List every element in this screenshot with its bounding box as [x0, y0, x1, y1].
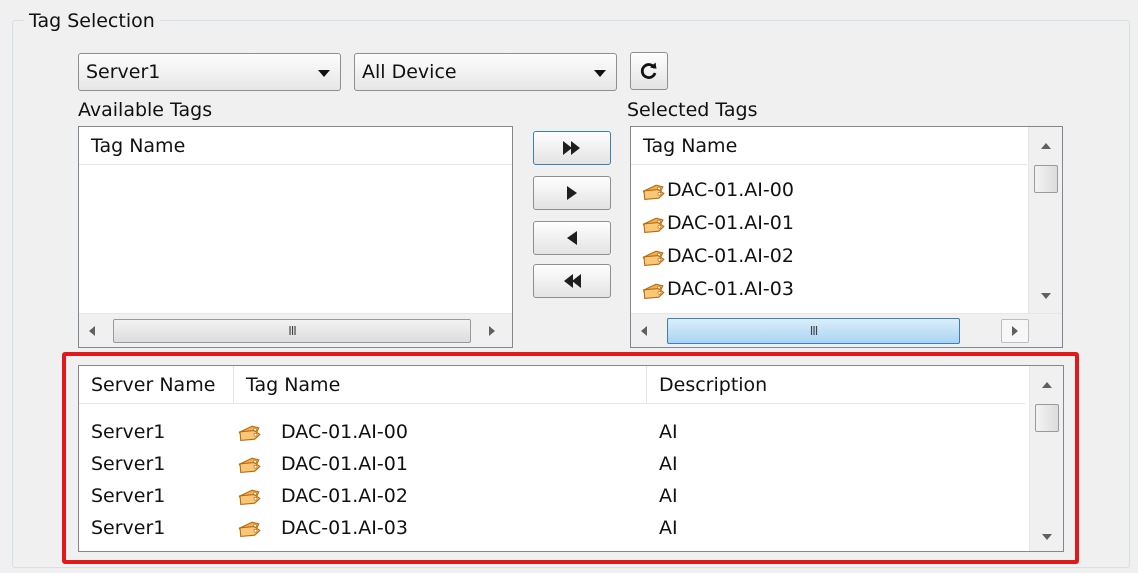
tag-icon	[237, 453, 263, 475]
cell-tag: DAC-01.AI-02	[281, 485, 408, 507]
double-right-arrow-icon	[563, 141, 580, 155]
device-dropdown-value: All Device	[362, 61, 457, 83]
column-header-server-name[interactable]: Server Name	[79, 366, 234, 404]
tag-icon	[237, 421, 263, 443]
cell-tag: DAC-01.AI-00	[281, 421, 408, 443]
tag-icon	[237, 485, 263, 507]
list-item-label: DAC-01.AI-03	[667, 278, 794, 300]
list-item[interactable]: DAC-01.AI-00	[641, 174, 794, 206]
available-hscrollbar[interactable]: III	[79, 313, 512, 347]
selected-tags-list[interactable]: Tag Name DAC-01.AI-00 DAC-01.AI-01 DAC-0…	[630, 126, 1063, 348]
selected-vscrollbar[interactable]	[1028, 127, 1062, 313]
scroll-down-icon[interactable]	[1041, 293, 1051, 299]
available-tags-list[interactable]: Tag Name III	[78, 126, 513, 348]
scroll-right-button[interactable]	[1001, 319, 1029, 343]
cell-description: AI	[659, 453, 678, 475]
refresh-icon	[640, 62, 657, 79]
cell-server: Server1	[91, 453, 166, 475]
scroll-left-icon[interactable]	[89, 326, 95, 336]
remove-all-button[interactable]	[533, 264, 611, 298]
available-tag-name-header[interactable]: Tag Name	[79, 127, 512, 165]
selected-tags-label: Selected Tags	[627, 99, 758, 121]
scroll-grip: III	[809, 324, 819, 338]
server-dropdown-value: Server1	[86, 61, 161, 83]
tag-icon	[237, 517, 263, 539]
device-dropdown[interactable]: All Device	[354, 53, 617, 91]
scroll-right-icon[interactable]	[489, 326, 495, 336]
scroll-grip: III	[288, 324, 297, 338]
tag-icon	[641, 213, 667, 235]
list-item[interactable]: DAC-01.AI-03	[641, 273, 794, 305]
remove-selected-button[interactable]	[533, 221, 611, 255]
scroll-up-icon[interactable]	[1041, 143, 1051, 149]
cell-tag: DAC-01.AI-01	[281, 453, 408, 475]
scroll-left-icon[interactable]	[641, 326, 647, 336]
detail-vscrollbar[interactable]	[1029, 366, 1063, 551]
cell-description: AI	[659, 421, 678, 443]
add-selected-button[interactable]	[533, 176, 611, 210]
list-item-label: DAC-01.AI-02	[667, 245, 794, 267]
tag-icon	[641, 180, 667, 202]
selected-tag-name-header[interactable]: Tag Name	[631, 127, 1027, 165]
list-item[interactable]: DAC-01.AI-01	[641, 207, 794, 239]
cell-server: Server1	[91, 517, 166, 539]
tag-icon	[641, 279, 667, 301]
list-item[interactable]: DAC-01.AI-02	[641, 240, 794, 272]
tag-detail-table[interactable]: Server Name Tag Name Description Server1…	[78, 365, 1064, 552]
add-all-button[interactable]	[533, 131, 611, 165]
column-header-tag-name[interactable]: Tag Name	[234, 366, 647, 404]
chevron-down-icon	[594, 70, 606, 77]
chevron-down-icon	[318, 70, 330, 77]
scroll-right-icon	[1012, 326, 1018, 336]
column-header-description[interactable]: Description	[647, 366, 1025, 404]
detail-vscroll-thumb[interactable]	[1035, 404, 1059, 432]
cell-description: AI	[659, 485, 678, 507]
group-title: Tag Selection	[24, 9, 160, 33]
refresh-button[interactable]	[630, 52, 668, 90]
available-hscroll-thumb[interactable]: III	[113, 319, 471, 343]
selected-vscroll-thumb[interactable]	[1034, 165, 1058, 193]
cell-tag: DAC-01.AI-03	[281, 517, 408, 539]
list-item-label: DAC-01.AI-01	[667, 212, 794, 234]
cell-server: Server1	[91, 485, 166, 507]
scroll-down-icon[interactable]	[1042, 534, 1052, 540]
scroll-up-icon[interactable]	[1042, 382, 1052, 388]
cell-description: AI	[659, 517, 678, 539]
right-arrow-icon	[567, 186, 577, 200]
available-tags-label: Available Tags	[78, 99, 213, 121]
selected-hscroll-thumb[interactable]: III	[667, 318, 960, 344]
left-arrow-icon	[567, 231, 577, 245]
selected-hscrollbar[interactable]: III	[631, 313, 1062, 347]
server-dropdown[interactable]: Server1	[78, 53, 341, 91]
list-item-label: DAC-01.AI-00	[667, 179, 794, 201]
cell-server: Server1	[91, 421, 166, 443]
tag-icon	[641, 246, 667, 268]
double-left-arrow-icon	[564, 274, 581, 288]
